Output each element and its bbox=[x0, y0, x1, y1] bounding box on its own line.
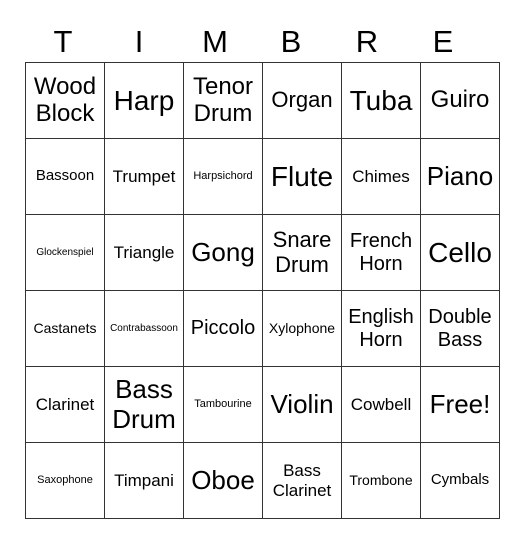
bingo-cell[interactable]: Tenor Drum bbox=[183, 62, 263, 139]
bingo-cell[interactable]: Contrabassoon bbox=[104, 290, 184, 367]
bingo-cell[interactable]: Harpsichord bbox=[183, 138, 263, 215]
bingo-cell[interactable]: Trumpet bbox=[104, 138, 184, 215]
bingo-cell[interactable]: Snare Drum bbox=[262, 214, 342, 291]
bingo-cell[interactable]: Clarinet bbox=[25, 366, 105, 443]
grid-row: Wood Block Harp Tenor Drum Organ Tuba Gu… bbox=[25, 62, 500, 139]
bingo-cell[interactable]: Saxophone bbox=[25, 442, 105, 519]
header-letter: T bbox=[53, 24, 73, 59]
bingo-cell[interactable]: Bassoon bbox=[25, 138, 105, 215]
bingo-cell[interactable]: Organ bbox=[262, 62, 342, 139]
grid-row: Saxophone Timpani Oboe Bass Clarinet Tro… bbox=[25, 442, 500, 519]
bingo-cell[interactable]: Xylophone bbox=[262, 290, 342, 367]
bingo-cell[interactable]: Double Bass bbox=[420, 290, 500, 367]
bingo-cell[interactable]: Glockenspiel bbox=[25, 214, 105, 291]
header-letter: R bbox=[355, 24, 379, 59]
bingo-cell[interactable]: Bass Clarinet bbox=[262, 442, 342, 519]
grid-row: Bassoon Trumpet Harpsichord Flute Chimes… bbox=[25, 138, 500, 215]
bingo-header: T I M B R E bbox=[25, 22, 481, 62]
bingo-cell[interactable]: Oboe bbox=[183, 442, 263, 519]
bingo-cell[interactable]: Free! bbox=[420, 366, 500, 443]
bingo-cell[interactable]: Castanets bbox=[25, 290, 105, 367]
bingo-cell[interactable]: Flute bbox=[262, 138, 342, 215]
bingo-cell[interactable]: Harp bbox=[104, 62, 184, 139]
bingo-cell[interactable]: English Horn bbox=[341, 290, 421, 367]
bingo-cell[interactable]: Wood Block bbox=[25, 62, 105, 139]
bingo-cell[interactable]: Cello bbox=[420, 214, 500, 291]
bingo-cell[interactable]: Violin bbox=[262, 366, 342, 443]
header-letter: E bbox=[432, 24, 454, 59]
bingo-cell[interactable]: Piccolo bbox=[183, 290, 263, 367]
bingo-cell[interactable]: Chimes bbox=[341, 138, 421, 215]
bingo-cell[interactable]: Bass Drum bbox=[104, 366, 184, 443]
bingo-cell[interactable]: Gong bbox=[183, 214, 263, 291]
grid-row: Castanets Contrabassoon Piccolo Xylophon… bbox=[25, 290, 500, 367]
bingo-cell[interactable]: Cowbell bbox=[341, 366, 421, 443]
header-letter: B bbox=[280, 24, 302, 59]
grid-row: Glockenspiel Triangle Gong Snare Drum Fr… bbox=[25, 214, 500, 291]
bingo-cell[interactable]: Triangle bbox=[104, 214, 184, 291]
bingo-cell[interactable]: Cymbals bbox=[420, 442, 500, 519]
bingo-grid: Wood Block Harp Tenor Drum Organ Tuba Gu… bbox=[25, 62, 500, 519]
grid-row: Clarinet Bass Drum Tambourine Violin Cow… bbox=[25, 366, 500, 443]
bingo-cell[interactable]: French Horn bbox=[341, 214, 421, 291]
header-letter: M bbox=[202, 24, 228, 59]
bingo-cell[interactable]: Tambourine bbox=[183, 366, 263, 443]
bingo-cell[interactable]: Piano bbox=[420, 138, 500, 215]
header-letter: I bbox=[134, 24, 144, 59]
bingo-cell[interactable]: Tuba bbox=[341, 62, 421, 139]
bingo-cell[interactable]: Timpani bbox=[104, 442, 184, 519]
bingo-cell[interactable]: Trombone bbox=[341, 442, 421, 519]
bingo-cell[interactable]: Guiro bbox=[420, 62, 500, 139]
